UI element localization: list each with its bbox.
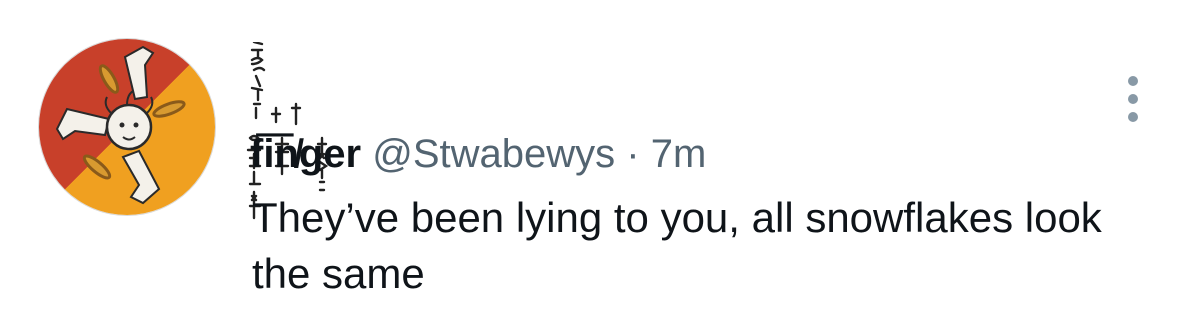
user-handle[interactable]: @Stwabewys <box>372 132 615 176</box>
display-name[interactable]: fi͞n̸ger <box>250 132 361 176</box>
avatar[interactable] <box>38 38 216 216</box>
tweet[interactable]: fi͞n̸ger @Stwabewys · 7m They’ve been ly… <box>0 0 1200 328</box>
tweet-header: fi͞n̸ger @Stwabewys · 7m <box>250 124 706 184</box>
more-options-icon[interactable] <box>1120 70 1146 128</box>
trinacria-logo <box>39 39 215 215</box>
separator-dot: · <box>626 132 640 176</box>
tweet-text: They’ve been lying to you, all snowflake… <box>252 194 1102 297</box>
timestamp[interactable]: 7m <box>651 132 707 176</box>
